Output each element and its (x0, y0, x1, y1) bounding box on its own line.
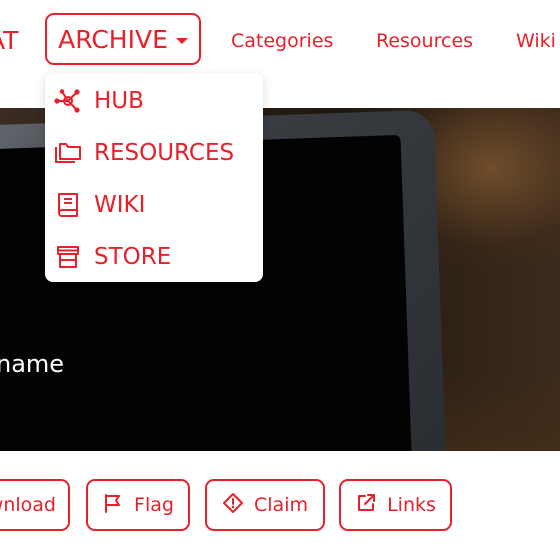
dropdown-item-store[interactable]: STORE (45, 232, 263, 282)
book-icon (53, 190, 83, 220)
dropdown-item-label: STORE (94, 244, 172, 270)
dropdown-item-resources[interactable]: RESOURCES (45, 128, 263, 178)
folders-icon (53, 138, 83, 168)
links-label: Links (387, 494, 436, 516)
warning-diamond-icon (222, 492, 244, 519)
archive-label: ARCHIVE (58, 24, 168, 54)
download-button[interactable]: wnload (0, 479, 70, 531)
archive-dropdown-button[interactable]: ARCHIVE (45, 13, 201, 65)
dropdown-item-hub[interactable]: HUB (45, 76, 263, 126)
store-icon (53, 242, 83, 272)
dropdown-item-wiki[interactable]: WIKI (45, 180, 263, 230)
external-link-icon (355, 492, 377, 519)
dropdown-item-label: WIKI (94, 192, 146, 218)
claim-label: Claim (254, 494, 308, 516)
flag-label: Flag (134, 494, 174, 516)
hero-title: name (0, 350, 65, 378)
nav-link-categories[interactable]: Categories (231, 30, 333, 52)
flag-button[interactable]: Flag (86, 479, 190, 531)
download-label: wnload (0, 494, 56, 516)
nav-link-wiki[interactable]: Wiki (516, 30, 556, 52)
dropdown-item-label: HUB (94, 88, 144, 114)
hub-network-icon (53, 86, 83, 116)
nav-item-cut-off[interactable]: AT (0, 26, 18, 55)
dropdown-item-label: RESOURCES (94, 140, 235, 166)
caret-down-icon (175, 38, 188, 44)
flag-icon (102, 492, 124, 519)
archive-dropdown-menu: HUB RESOURCES WIKI STORE (45, 73, 263, 282)
links-button[interactable]: Links (339, 479, 452, 531)
claim-button[interactable]: Claim (205, 479, 325, 531)
nav-link-resources[interactable]: Resources (376, 30, 473, 52)
